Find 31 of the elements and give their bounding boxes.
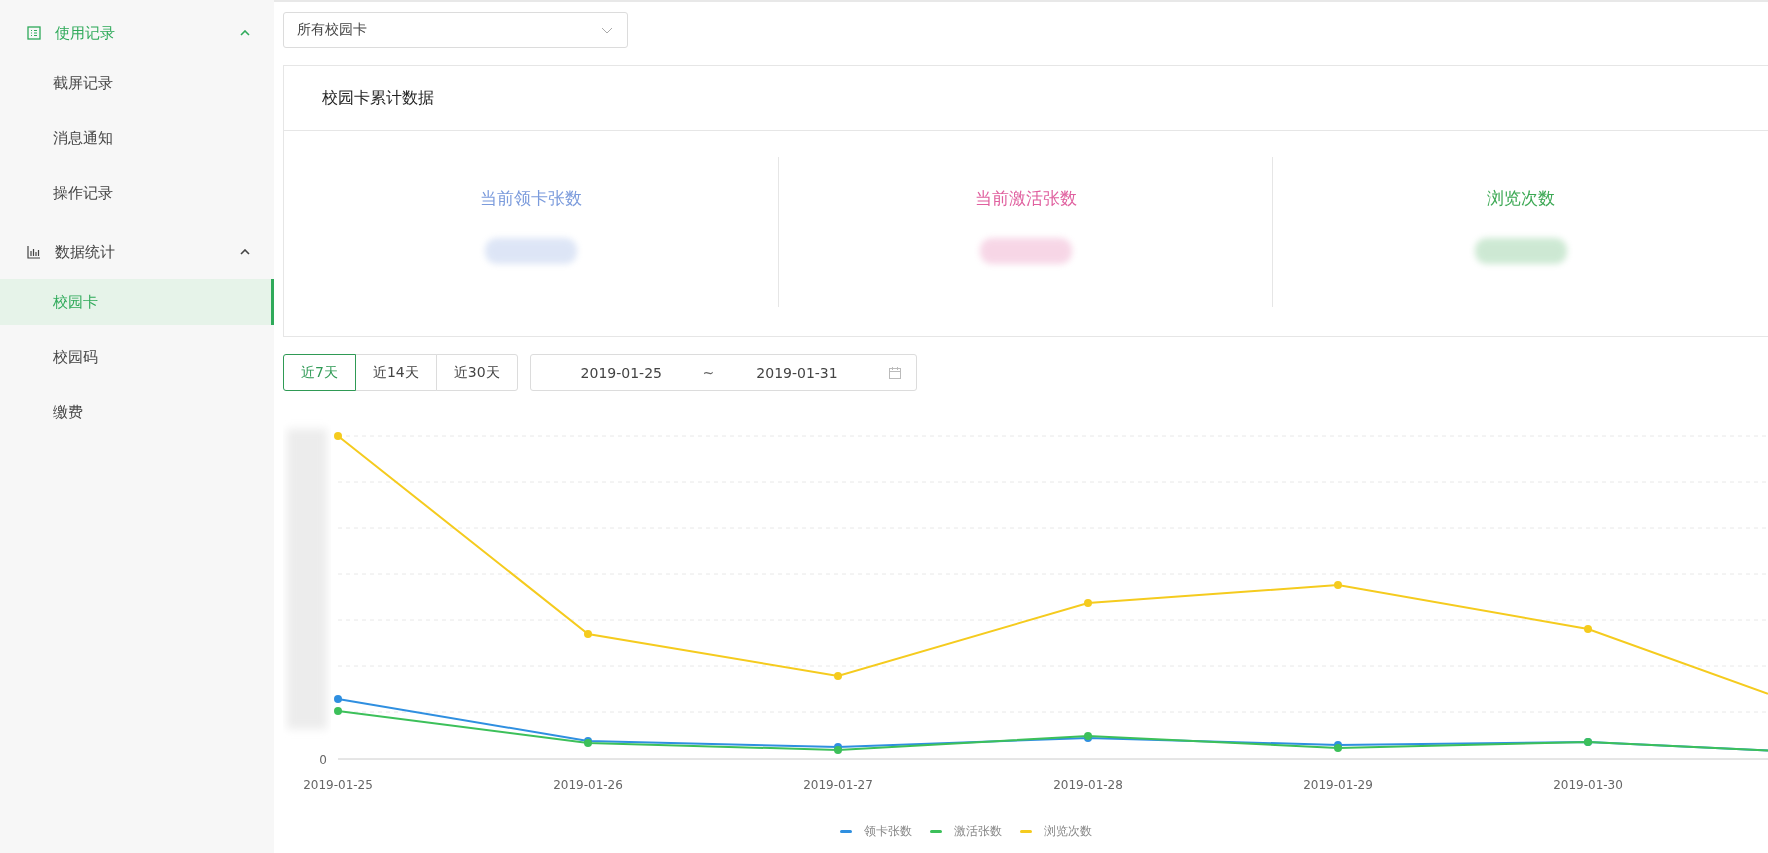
sidebar-item[interactable]: 操作记录 <box>0 170 274 216</box>
range-tab[interactable]: 近7天 <box>283 354 356 391</box>
legend-label[interactable]: 激活张数 <box>953 823 1002 840</box>
sidebar-item[interactable]: 消息通知 <box>0 115 274 161</box>
sidebar-group[interactable]: 数据统计 <box>0 225 274 279</box>
list-icon <box>27 26 41 40</box>
stat-label: 当前领卡张数 <box>479 187 582 210</box>
legend-label[interactable]: 浏览次数 <box>1043 823 1092 840</box>
caret-icon <box>240 249 250 255</box>
axis-label: 2019-01-28 <box>1053 778 1123 792</box>
sidebar-item[interactable]: 缴费 <box>0 389 274 435</box>
caret-icon <box>240 30 250 36</box>
sidebar-item[interactable]: 校园码 <box>0 334 274 380</box>
axis-label: 0 <box>319 753 327 767</box>
stat-label: 当前激活张数 <box>974 187 1077 210</box>
calendar-icon <box>887 365 902 380</box>
axis-label: 2019-01-29 <box>1303 778 1373 792</box>
legend-label[interactable]: 领卡张数 <box>863 823 912 840</box>
card-title: 校园卡累计数据 <box>284 66 1768 131</box>
range-tab[interactable]: 近14天 <box>354 354 437 391</box>
sidebar-item[interactable]: 截屏记录 <box>0 60 274 106</box>
range-tab[interactable]: 近30天 <box>435 354 518 391</box>
chevron-down-icon <box>601 26 613 34</box>
axis-label: 2019-01-30 <box>1553 778 1623 792</box>
stat-label: 浏览次数 <box>1486 187 1555 210</box>
card-select[interactable]: 所有校园卡 <box>283 12 628 48</box>
bar-chart-icon <box>27 245 41 259</box>
date-range-field[interactable]: 2019-01-25 ~ 2019-01-31 <box>529 354 917 391</box>
axis-label: 2019-01-25 <box>303 778 373 792</box>
axis-label: 2019-01-27 <box>803 778 873 792</box>
axis-label: 2019-01-26 <box>553 778 623 792</box>
